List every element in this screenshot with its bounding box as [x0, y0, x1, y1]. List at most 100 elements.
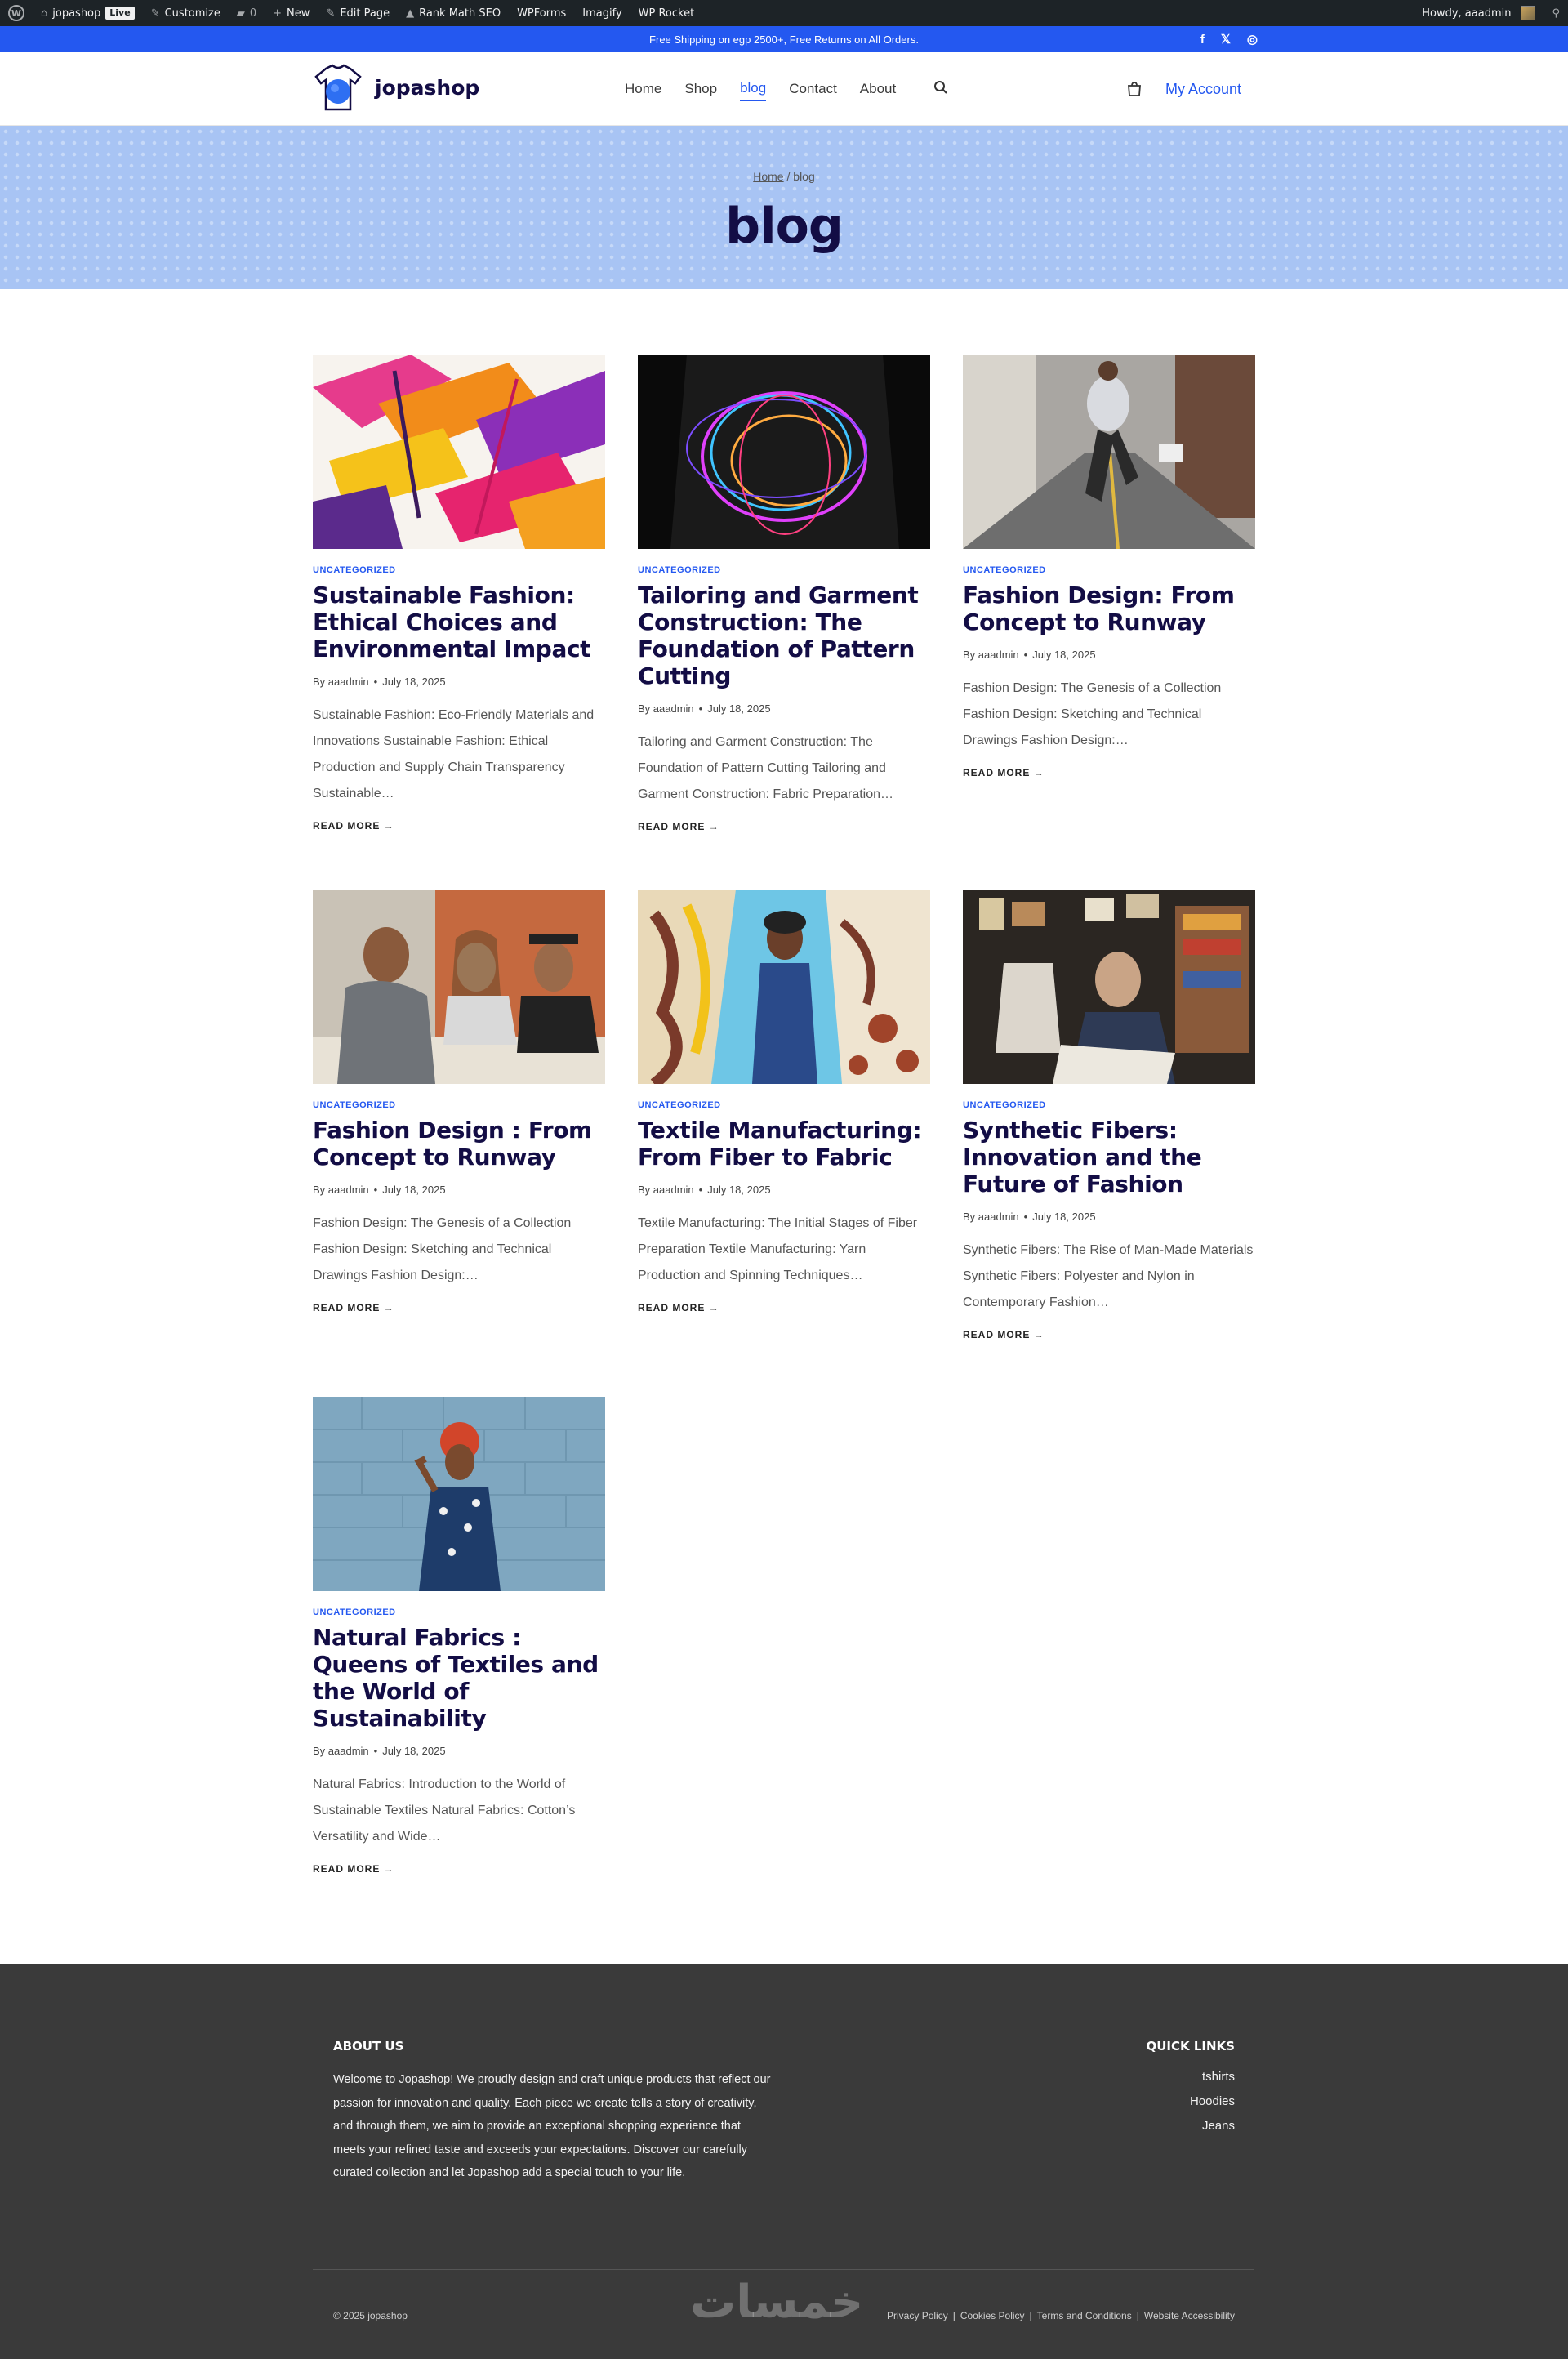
- account-menu[interactable]: Howdy, aaadmin: [1414, 0, 1544, 26]
- privacy-policy-link[interactable]: Privacy Policy: [887, 2310, 948, 2321]
- post-author[interactable]: By aaadmin: [963, 1211, 1019, 1223]
- page-hero: Home / blog blog: [0, 126, 1568, 289]
- my-account-link[interactable]: My Account: [1165, 81, 1241, 98]
- post-title[interactable]: Sustainable Fashion: Ethical Choices and…: [313, 582, 605, 662]
- post-title[interactable]: Fashion Design: From Concept to Runway: [963, 582, 1255, 635]
- plus-icon: +: [273, 7, 283, 20]
- post-thumbnail[interactable]: [963, 355, 1255, 549]
- nav-about[interactable]: About: [860, 78, 896, 100]
- customize-label: Customize: [164, 7, 220, 20]
- nav-contact[interactable]: Contact: [789, 78, 837, 100]
- post-excerpt: Synthetic Fibers: The Rise of Man-Made M…: [963, 1243, 1254, 1309]
- post-date: July 18, 2025: [382, 1745, 446, 1757]
- meta-dot: •: [373, 1745, 378, 1757]
- post-author[interactable]: By aaadmin: [313, 1745, 369, 1757]
- legal-separator: |: [952, 2310, 956, 2321]
- comments-link[interactable]: ▰ 0: [229, 0, 265, 26]
- footer-quick-links: QUICK LINKS tshirts Hoodies Jeans: [1147, 2039, 1236, 2138]
- post-excerpt: Sustainable Fashion: Eco-Friendly Materi…: [313, 708, 595, 800]
- post-thumbnail[interactable]: [313, 355, 605, 549]
- meta-dot: •: [373, 676, 378, 688]
- post-card: UNCATEGORIZED Fashion Design: From Conce…: [963, 355, 1255, 778]
- post-thumbnail[interactable]: [638, 890, 930, 1084]
- post-title[interactable]: Synthetic Fibers: Innovation and the Fut…: [963, 1117, 1255, 1197]
- post-category[interactable]: UNCATEGORIZED: [638, 1100, 930, 1110]
- legal-separator: |: [1136, 2310, 1139, 2321]
- imagify-link[interactable]: Imagify: [574, 0, 630, 26]
- meta-dot: •: [698, 702, 703, 715]
- breadcrumb: Home / blog: [0, 170, 1568, 183]
- post-category[interactable]: UNCATEGORIZED: [963, 565, 1255, 575]
- post-author[interactable]: By aaadmin: [313, 676, 369, 688]
- nav-home[interactable]: Home: [625, 78, 662, 100]
- search-icon[interactable]: [933, 80, 948, 99]
- read-more-link[interactable]: READ MORE →: [313, 820, 605, 832]
- post-thumbnail[interactable]: [963, 890, 1255, 1084]
- new-content-link[interactable]: + New: [265, 0, 318, 26]
- post-date: July 18, 2025: [707, 1184, 771, 1196]
- post-meta: By aaadmin • July 18, 2025: [638, 1184, 930, 1196]
- watermark: خمسات: [690, 2276, 864, 2329]
- site-logo[interactable]: jopashop: [313, 62, 479, 113]
- post-author[interactable]: By aaadmin: [638, 1184, 694, 1196]
- breadcrumb-current: blog: [793, 170, 815, 183]
- search-icon: ⚲: [1552, 7, 1560, 20]
- customize-link[interactable]: ✎ Customize: [143, 0, 229, 26]
- post-thumbnail[interactable]: [313, 1397, 605, 1591]
- admin-site-link[interactable]: ⌂ jopashop Live: [33, 0, 143, 26]
- terms-link[interactable]: Terms and Conditions: [1037, 2310, 1132, 2321]
- post-title[interactable]: Fashion Design : From Concept to Runway: [313, 1117, 605, 1171]
- rank-math-icon: ▲: [406, 7, 415, 20]
- cart-icon[interactable]: [1126, 81, 1143, 97]
- read-more-link[interactable]: READ MORE →: [963, 1329, 1255, 1340]
- read-more-link[interactable]: READ MORE →: [638, 1302, 930, 1313]
- wpforms-link[interactable]: WPForms: [509, 0, 574, 26]
- rank-math-link[interactable]: ▲ Rank Math SEO: [398, 0, 509, 26]
- nav-blog[interactable]: blog: [740, 77, 767, 101]
- post-card: UNCATEGORIZED Sustainable Fashion: Ethic…: [313, 355, 605, 832]
- social-links: f 𝕏 ◎: [1200, 26, 1258, 52]
- post-title[interactable]: Natural Fabrics : Queens of Textiles and…: [313, 1624, 605, 1732]
- read-more-link[interactable]: READ MORE →: [313, 1863, 605, 1875]
- admin-search[interactable]: ⚲: [1544, 0, 1568, 26]
- post-title[interactable]: Tailoring and Garment Construction: The …: [638, 582, 930, 689]
- accessibility-link[interactable]: Website Accessibility: [1144, 2310, 1235, 2321]
- footer-link-hoodies[interactable]: Hoodies: [1147, 2089, 1235, 2114]
- quick-links-heading: QUICK LINKS: [1146, 2039, 1236, 2054]
- breadcrumb-home[interactable]: Home: [753, 170, 783, 183]
- footer-link-tshirts[interactable]: tshirts: [1147, 2065, 1235, 2089]
- legal-links: Privacy Policy | Cookies Policy | Terms and …: [887, 2310, 1235, 2321]
- post-title[interactable]: Textile Manufacturing: From Fiber to Fab…: [638, 1117, 930, 1171]
- breadcrumb-separator: /: [783, 170, 794, 183]
- howdy-label: Howdy, aaadmin: [1422, 7, 1512, 20]
- wp-rocket-label: WP Rocket: [638, 7, 695, 20]
- post-author[interactable]: By aaadmin: [963, 649, 1019, 661]
- nav-shop[interactable]: Shop: [684, 78, 717, 100]
- about-text: Welcome to Jopashop! We proudly design a…: [333, 2073, 771, 2179]
- post-author[interactable]: By aaadmin: [638, 702, 694, 715]
- meta-dot: •: [698, 1184, 703, 1196]
- cookies-policy-link[interactable]: Cookies Policy: [960, 2310, 1025, 2321]
- post-category[interactable]: UNCATEGORIZED: [313, 565, 605, 575]
- wordpress-menu[interactable]: W: [0, 0, 33, 26]
- post-card: UNCATEGORIZED Synthetic Fibers: Innovati…: [963, 890, 1255, 1340]
- header-actions: My Account: [1126, 52, 1241, 126]
- post-author[interactable]: By aaadmin: [313, 1184, 369, 1196]
- post-thumbnail[interactable]: [313, 890, 605, 1084]
- instagram-icon[interactable]: ◎: [1247, 32, 1258, 47]
- post-category[interactable]: UNCATEGORIZED: [313, 1100, 605, 1110]
- read-more-link[interactable]: READ MORE →: [313, 1302, 605, 1313]
- footer-link-jeans[interactable]: Jeans: [1147, 2114, 1235, 2138]
- x-twitter-icon[interactable]: 𝕏: [1221, 32, 1231, 47]
- read-more-link[interactable]: READ MORE →: [638, 821, 930, 832]
- facebook-icon[interactable]: f: [1200, 33, 1205, 47]
- read-more-link[interactable]: READ MORE →: [963, 767, 1255, 778]
- promo-bar: Free Shipping on egp 2500+, Free Returns…: [0, 26, 1568, 52]
- post-category[interactable]: UNCATEGORIZED: [963, 1100, 1255, 1110]
- wp-rocket-link[interactable]: WP Rocket: [630, 0, 703, 26]
- post-thumbnail[interactable]: [638, 355, 930, 549]
- post-category[interactable]: UNCATEGORIZED: [313, 1608, 605, 1617]
- post-category[interactable]: UNCATEGORIZED: [638, 565, 930, 575]
- wordpress-icon: W: [8, 5, 24, 21]
- edit-page-link[interactable]: ✎ Edit Page: [318, 0, 398, 26]
